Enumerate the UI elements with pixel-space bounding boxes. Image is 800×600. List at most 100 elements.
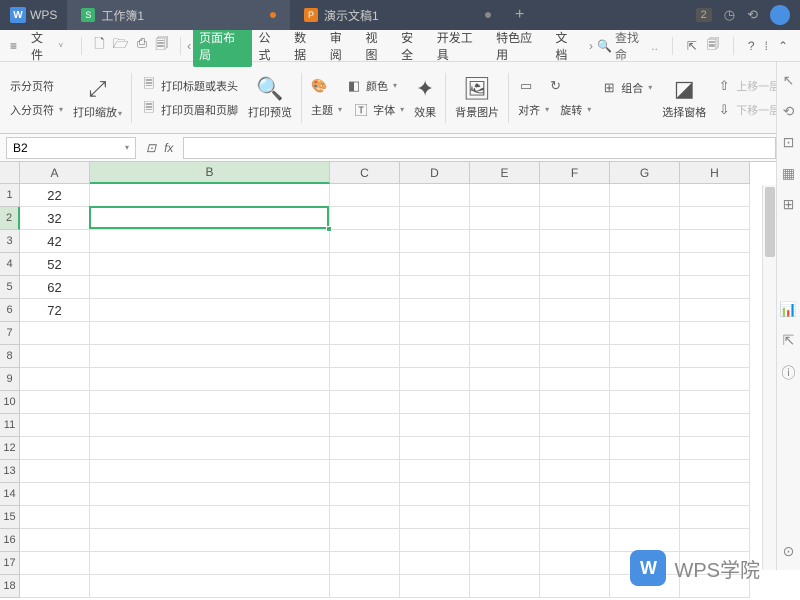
export-icon[interactable]: ⇱ — [687, 39, 697, 53]
history-icon[interactable]: ⟲ — [783, 103, 795, 120]
cell[interactable]: 52 — [20, 253, 90, 276]
cell[interactable] — [400, 368, 470, 391]
file-menu[interactable]: 文件 ˅ — [23, 26, 71, 66]
cell[interactable] — [610, 483, 680, 506]
cell[interactable] — [400, 207, 470, 230]
cell[interactable] — [400, 230, 470, 253]
group-button[interactable]: 组合 — [621, 80, 643, 96]
tab-workbook[interactable]: S 工作簿1 — [67, 0, 290, 30]
cell[interactable] — [400, 552, 470, 575]
preview-icon[interactable]: 🗐 — [155, 35, 168, 57]
cell[interactable] — [680, 437, 750, 460]
name-box[interactable]: B2 ▾ — [6, 137, 136, 159]
cell[interactable] — [540, 575, 610, 598]
row-header[interactable]: 1 — [0, 184, 20, 207]
cell[interactable] — [680, 529, 750, 552]
cell[interactable] — [90, 460, 330, 483]
cell[interactable] — [540, 391, 610, 414]
cell[interactable] — [90, 184, 330, 207]
more-icon[interactable]: ⁞ — [765, 39, 768, 53]
cell[interactable] — [610, 391, 680, 414]
cell[interactable] — [330, 253, 400, 276]
timer-icon[interactable]: ◷ — [724, 7, 735, 23]
cell[interactable] — [540, 276, 610, 299]
effect-button[interactable]: ✦ 效果 — [410, 74, 440, 122]
cell[interactable] — [470, 460, 540, 483]
row-header[interactable]: 15 — [0, 506, 20, 529]
cell[interactable] — [610, 322, 680, 345]
col-header[interactable]: H — [680, 162, 750, 184]
menu-page-layout[interactable]: 页面布局 — [193, 25, 252, 67]
search-button[interactable]: 🔍 查找命 .. — [597, 29, 658, 63]
align-button[interactable]: 对齐 — [518, 102, 540, 118]
print-scale-button[interactable]: ⤢ 打印缩放▾ — [69, 74, 126, 122]
menu-review[interactable]: 审阅 — [324, 25, 360, 67]
cell[interactable] — [680, 207, 750, 230]
cell[interactable] — [470, 207, 540, 230]
cell[interactable] — [90, 437, 330, 460]
cell[interactable] — [330, 368, 400, 391]
cell[interactable] — [400, 575, 470, 598]
settings-icon[interactable]: ⊙ — [783, 543, 795, 560]
scrollbar-thumb[interactable] — [765, 187, 775, 257]
cell[interactable] — [400, 506, 470, 529]
cell[interactable] — [400, 299, 470, 322]
cell[interactable] — [470, 437, 540, 460]
cell[interactable] — [540, 414, 610, 437]
cell[interactable] — [330, 414, 400, 437]
chart-icon[interactable]: 📊 — [780, 301, 797, 318]
lock-icon[interactable]: ⊡ — [783, 134, 795, 151]
bg-image-button[interactable]: 🖼 背景图片 — [451, 74, 503, 122]
new-tab-button[interactable]: + — [505, 6, 535, 24]
cell[interactable] — [400, 345, 470, 368]
vertical-scrollbar[interactable] — [762, 185, 776, 570]
cell[interactable] — [20, 575, 90, 598]
cell[interactable] — [540, 460, 610, 483]
help-icon[interactable]: ? — [748, 39, 755, 53]
cell[interactable] — [680, 414, 750, 437]
row-header[interactable]: 8 — [0, 345, 20, 368]
cell[interactable] — [470, 368, 540, 391]
user-avatar[interactable] — [770, 5, 790, 25]
cell[interactable] — [330, 552, 400, 575]
cell[interactable] — [90, 483, 330, 506]
cell[interactable] — [90, 299, 330, 322]
nav-left-icon[interactable]: ‹ — [185, 39, 193, 53]
row-header[interactable]: 6 — [0, 299, 20, 322]
cell[interactable] — [470, 552, 540, 575]
cell[interactable] — [680, 276, 750, 299]
cell[interactable] — [680, 184, 750, 207]
cell[interactable] — [540, 230, 610, 253]
cell[interactable] — [470, 230, 540, 253]
cell[interactable]: 72 — [20, 299, 90, 322]
cell[interactable] — [680, 460, 750, 483]
menu-formula[interactable]: 公式 — [252, 25, 288, 67]
cell[interactable] — [90, 207, 330, 230]
row-header[interactable]: 17 — [0, 552, 20, 575]
cell[interactable] — [610, 414, 680, 437]
cell[interactable] — [540, 529, 610, 552]
collapse-icon[interactable]: ⌃ — [778, 39, 788, 53]
cell[interactable] — [90, 368, 330, 391]
cell[interactable] — [680, 368, 750, 391]
row-header[interactable]: 12 — [0, 437, 20, 460]
tab-presentation[interactable]: P 演示文稿1 — [290, 0, 505, 30]
cell[interactable] — [330, 506, 400, 529]
cell[interactable] — [470, 575, 540, 598]
formula-input[interactable] — [183, 137, 776, 159]
col-header[interactable]: F — [540, 162, 610, 184]
cell[interactable] — [610, 276, 680, 299]
grid[interactable]: 223242526272 — [20, 184, 800, 598]
cell[interactable] — [90, 276, 330, 299]
cell[interactable] — [610, 253, 680, 276]
menu-toggle-icon[interactable]: ≡ — [4, 39, 23, 53]
cell[interactable] — [90, 345, 330, 368]
cell[interactable] — [400, 391, 470, 414]
cell[interactable] — [540, 345, 610, 368]
grid-icon[interactable]: ⊞ — [783, 196, 795, 213]
cell[interactable] — [470, 299, 540, 322]
cell[interactable] — [90, 391, 330, 414]
cell[interactable] — [400, 184, 470, 207]
nav-right-icon[interactable]: › — [585, 39, 597, 53]
print-icon[interactable]: ⎙ — [137, 35, 147, 57]
